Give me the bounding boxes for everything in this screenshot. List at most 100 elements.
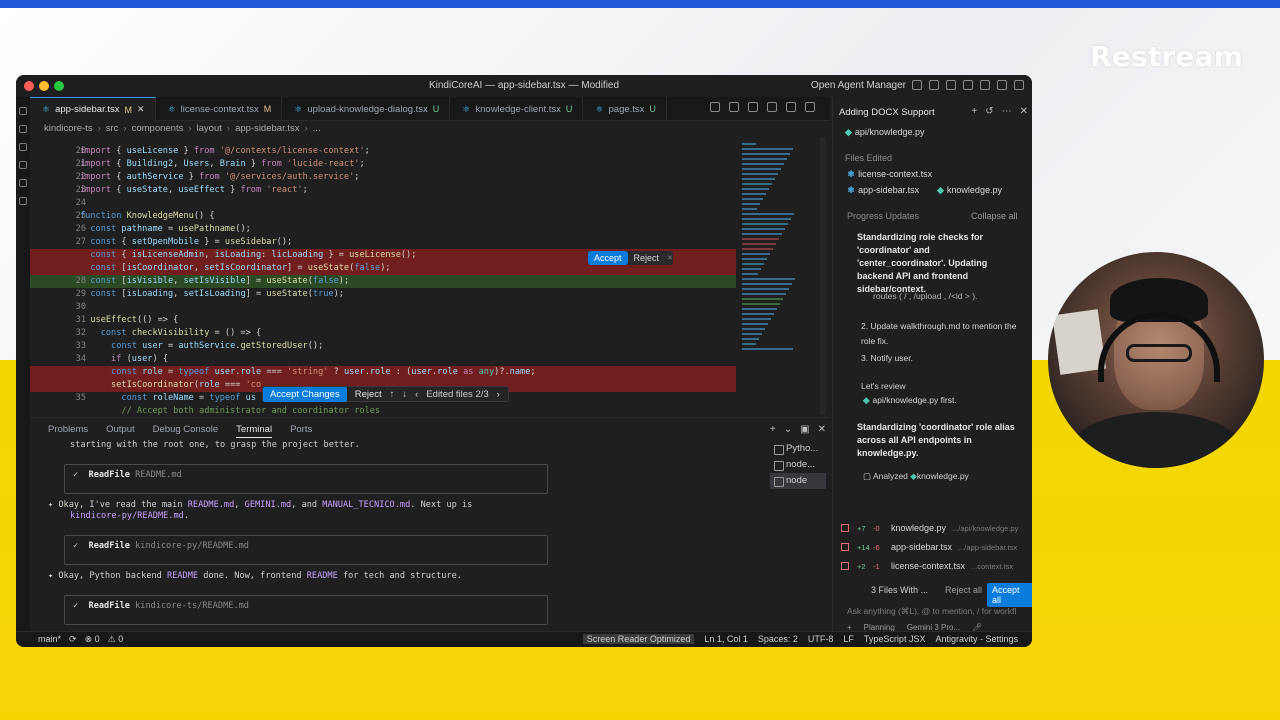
source-control-icon[interactable] xyxy=(19,143,27,151)
panel-toggle-icon[interactable] xyxy=(946,80,956,90)
accept-changes-button[interactable]: Accept Changes xyxy=(263,386,347,402)
explorer-icon[interactable] xyxy=(19,107,27,115)
edited-file[interactable]: ⚛ license-context.tsx xyxy=(847,169,932,180)
history-icon[interactable]: ↺ xyxy=(985,106,993,117)
back-arrow-icon[interactable] xyxy=(767,102,777,112)
inline-accept-button[interactable]: Accept xyxy=(588,251,628,265)
code-editor[interactable]: 20 import { useLicense } from '@/contexts… xyxy=(30,137,736,415)
breadcrumb-item[interactable]: ... xyxy=(313,123,321,134)
layout-icon[interactable] xyxy=(912,80,922,90)
open-agent-manager-button[interactable]: Open Agent Manager xyxy=(811,80,906,91)
split-editor-icon[interactable] xyxy=(748,102,758,112)
code-line[interactable]: 30 xyxy=(30,301,736,314)
run-debug-icon[interactable] xyxy=(19,161,27,169)
gear-icon[interactable] xyxy=(997,80,1007,90)
reject-changes-button[interactable]: Reject xyxy=(355,389,382,400)
close-icon[interactable]: ✕ xyxy=(818,424,826,435)
chevron-left-icon[interactable]: ‹ xyxy=(415,389,418,400)
reject-all-button[interactable]: Reject all xyxy=(945,585,982,595)
minimap[interactable] xyxy=(736,137,816,415)
search-files-icon[interactable] xyxy=(19,125,27,133)
remote-icon[interactable] xyxy=(19,197,27,205)
tab-output[interactable]: Output xyxy=(106,424,135,438)
edited-file[interactable]: ◆ knowledge.py xyxy=(937,185,1002,196)
plus-icon[interactable]: + xyxy=(971,106,977,117)
terminal-item[interactable]: Pytho... xyxy=(770,441,826,457)
code-line[interactable]: 34 if (user) { xyxy=(30,353,736,366)
change-row[interactable]: +2 -1 license-context.tsx ...context.tsx xyxy=(833,557,1032,576)
code-line[interactable]: 23 import { useState, useEffect } from 'r… xyxy=(30,184,736,197)
chevron-right-icon[interactable]: › xyxy=(497,389,500,400)
tab-problems[interactable]: Problems xyxy=(48,424,88,438)
tab-upload-knowledge-dialog[interactable]: ⚛ upload-knowledge-dialog.tsx U xyxy=(282,97,451,121)
code-line[interactable]: 33 const user = authService.getStoredUse… xyxy=(30,340,736,353)
down-arrow-icon[interactable]: ↓ xyxy=(402,389,407,400)
inline-reject-button[interactable]: Reject xyxy=(628,251,666,265)
tab-knowledge-client[interactable]: ⚛ knowledge-client.tsx U xyxy=(450,97,584,121)
agent-input[interactable]: Ask anything (⌘L), @ to mention, / for w… xyxy=(839,603,1031,633)
warnings-count[interactable]: ⚠ 0 xyxy=(108,634,124,645)
more-icon[interactable]: ⋯ xyxy=(1002,106,1012,117)
screen-reader-mode[interactable]: Screen Reader Optimized xyxy=(582,634,695,644)
code-line[interactable]: 31 useEffect(() => { xyxy=(30,314,736,327)
errors-count[interactable]: ⊗ 0 xyxy=(85,634,100,645)
search-icon[interactable] xyxy=(980,80,990,90)
up-arrow-icon[interactable]: ↑ xyxy=(390,389,395,400)
more-actions-icon[interactable] xyxy=(805,102,815,112)
code-line[interactable]: 21 import { Building2, Users, Brain } fro… xyxy=(30,158,736,171)
code-line[interactable]: 20 import { useLicense } from '@/contexts… xyxy=(30,145,736,158)
review-file-chip[interactable]: ◆ api/knowledge.py first. xyxy=(863,395,957,406)
terminal-item-active[interactable]: node xyxy=(770,473,826,489)
terminal-item[interactable]: node... xyxy=(770,457,826,473)
close-icon[interactable]: ✕ xyxy=(667,254,673,262)
change-row[interactable]: +14 -6 app-sidebar.tsx .../app-sidebar.tsx xyxy=(833,538,1032,557)
change-row[interactable]: +7 -0 knowledge.py .../api/knowledge.py xyxy=(833,519,1032,538)
close-icon[interactable]: ✕ xyxy=(1020,106,1028,117)
tab-debug-console[interactable]: Debug Console xyxy=(153,424,219,438)
code-line[interactable]: 27 const { setOpenMobile } = useSidebar(… xyxy=(30,236,736,249)
tab-app-sidebar[interactable]: ⚛ app-sidebar.tsx M ✕ xyxy=(30,97,156,121)
checkbox-icon[interactable] xyxy=(841,524,849,532)
account-icon[interactable] xyxy=(1014,80,1024,90)
tab-terminal[interactable]: Terminal xyxy=(236,424,273,438)
file-chip[interactable]: ◆ api/knowledge.py xyxy=(845,127,924,138)
settings-link[interactable]: Antigravity - Settings xyxy=(935,634,1018,644)
checkbox-icon[interactable] xyxy=(841,562,849,570)
maximize-panel-icon[interactable]: ▣ xyxy=(800,424,809,435)
code-line[interactable]: 24 xyxy=(30,197,736,210)
tab-license-context[interactable]: ⚛ license-context.tsx M xyxy=(156,97,283,121)
tab-page[interactable]: ⚛ page.tsx U xyxy=(583,97,667,121)
sidebar-toggle-icon[interactable] xyxy=(929,80,939,90)
encoding[interactable]: UTF-8 xyxy=(808,634,834,644)
code-line[interactable]: // Accept both administrator and coordin… xyxy=(30,405,736,415)
indentation[interactable]: Spaces: 2 xyxy=(758,634,798,644)
forward-arrow-icon[interactable] xyxy=(786,102,796,112)
language-mode[interactable]: TypeScript JSX xyxy=(864,634,926,644)
branch-indicator[interactable]: main* xyxy=(38,634,61,645)
code-line[interactable]: 22 import { authService } from '@/service… xyxy=(30,171,736,184)
breadcrumb-item[interactable]: layout xyxy=(197,123,222,134)
breadcrumb-item[interactable]: kindicore-ts xyxy=(44,123,93,134)
collapse-all-button[interactable]: Collapse all xyxy=(971,211,1018,221)
cursor-position[interactable]: Ln 1, Col 1 xyxy=(704,634,748,644)
code-line[interactable]: 28 const [isVisible, setIsVisible] = use… xyxy=(30,275,736,288)
code-line[interactable]: 29 const [isLoading, setIsLoading] = use… xyxy=(30,288,736,301)
code-line[interactable]: 25 function KnowledgeMenu() { xyxy=(30,210,736,223)
breadcrumb-item[interactable]: src xyxy=(106,123,119,134)
secondary-sidebar-icon[interactable] xyxy=(963,80,973,90)
chevron-down-icon[interactable]: ⌄ xyxy=(784,424,792,435)
code-line[interactable]: const role = typeof user.role === 'strin… xyxy=(30,366,736,379)
breadcrumb-item[interactable]: app-sidebar.tsx xyxy=(235,123,299,134)
new-terminal-icon[interactable]: + xyxy=(770,424,776,435)
checkbox-icon[interactable] xyxy=(841,543,849,551)
tab-ports[interactable]: Ports xyxy=(290,424,312,438)
terminal-output[interactable]: starting with the root one, to grasp the… xyxy=(48,440,760,636)
edited-file[interactable]: ⚛ app-sidebar.tsx xyxy=(847,185,919,196)
code-line[interactable]: 32 const checkVisibility = () => { xyxy=(30,327,736,340)
close-icon[interactable]: ✕ xyxy=(137,104,145,115)
breadcrumb-item[interactable]: components xyxy=(132,123,184,134)
extensions-icon[interactable] xyxy=(19,179,27,187)
code-line[interactable]: 26 const pathname = usePathname(); xyxy=(30,223,736,236)
editor-scrollbar[interactable] xyxy=(820,137,826,415)
line-ending[interactable]: LF xyxy=(843,634,854,644)
